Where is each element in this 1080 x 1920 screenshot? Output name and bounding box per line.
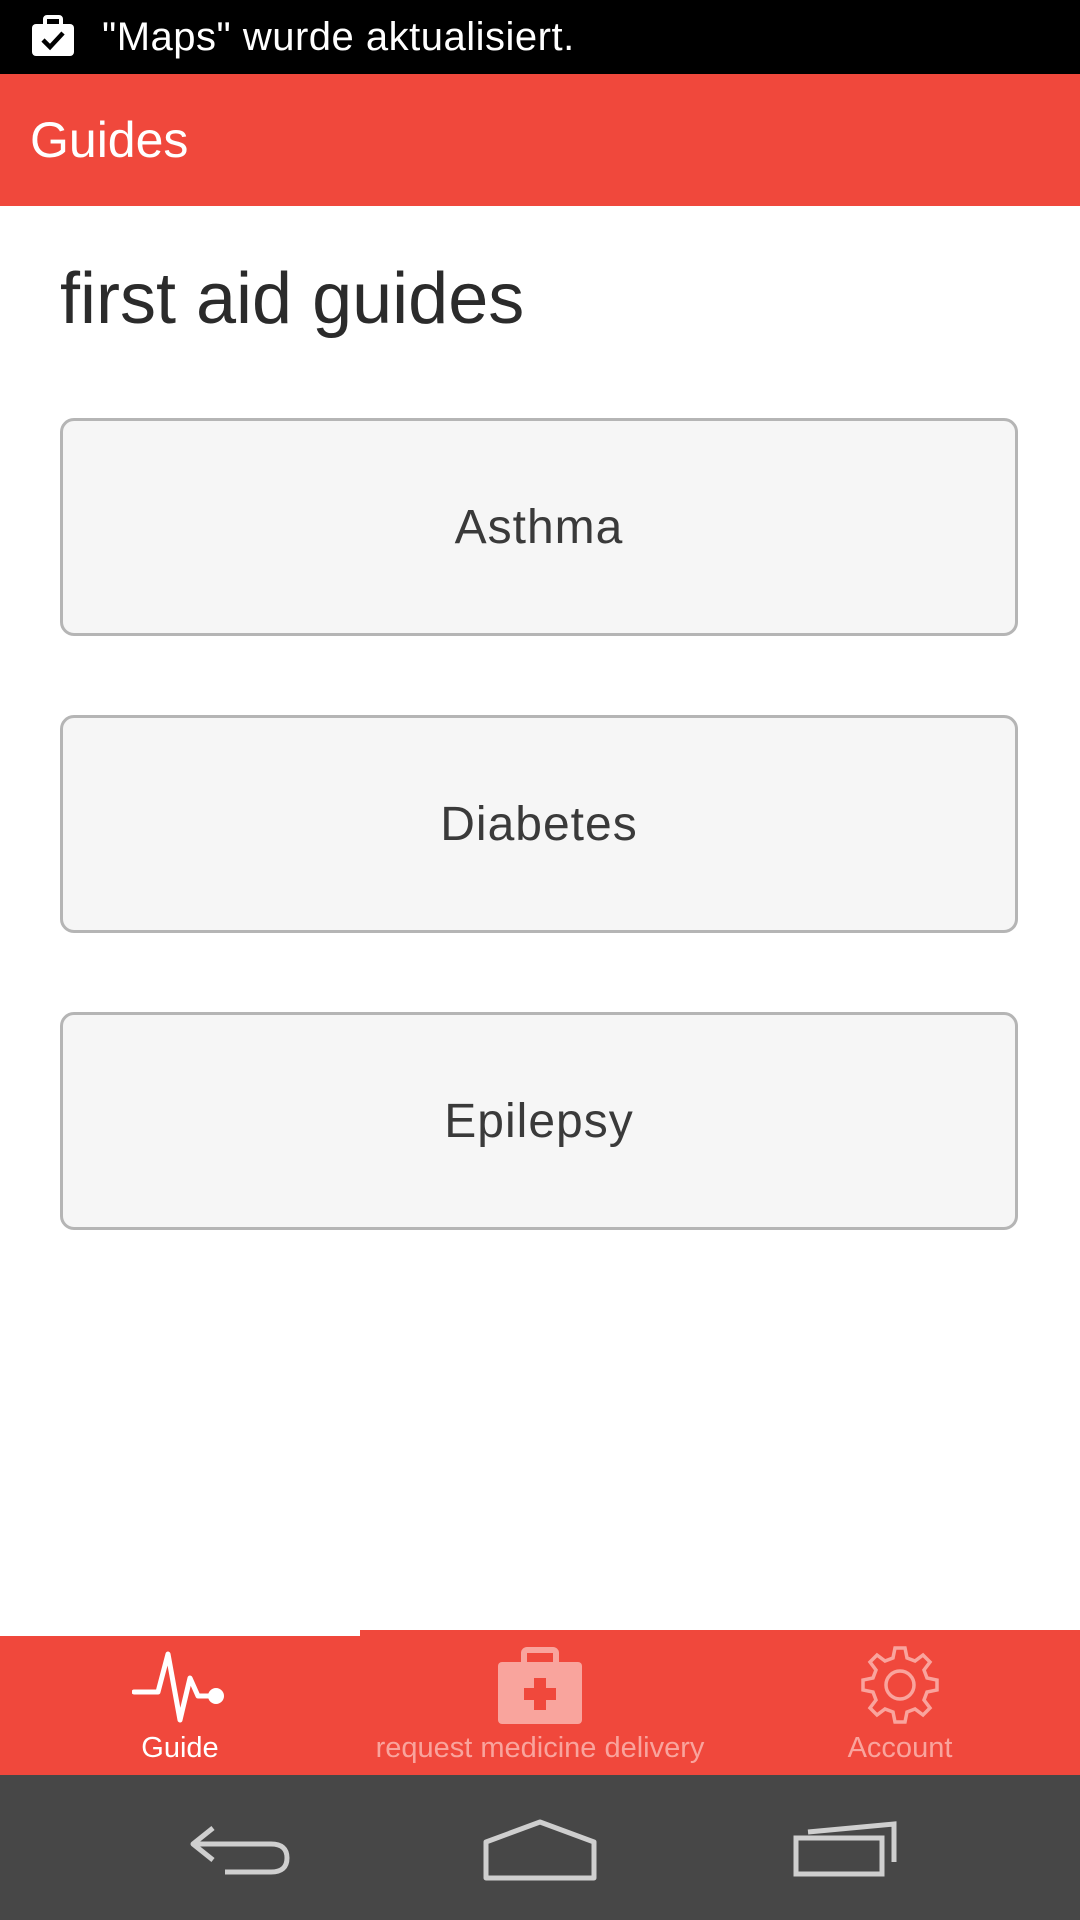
app-title: Guides xyxy=(30,112,189,168)
page-heading: first aid guides xyxy=(60,259,525,339)
tab-guide[interactable]: Guide xyxy=(0,1636,360,1775)
heartbeat-icon xyxy=(132,1642,228,1728)
gear-icon xyxy=(857,1642,943,1728)
briefcase-check-icon xyxy=(30,14,76,60)
home-icon[interactable] xyxy=(470,1800,610,1900)
tab-account[interactable]: Account xyxy=(720,1636,1080,1775)
tab-request-medicine-delivery[interactable]: request medicine delivery xyxy=(360,1636,720,1775)
recent-apps-icon[interactable] xyxy=(775,1800,915,1900)
app-bar: Guides xyxy=(0,74,1080,206)
tab-account-label: Account xyxy=(847,1732,953,1764)
screen: "Maps" wurde aktualisiert. Guides first … xyxy=(0,0,1080,1920)
tab-request-medicine-delivery-label: request medicine delivery xyxy=(375,1732,705,1764)
notification-text: "Maps" wurde aktualisiert. xyxy=(102,14,575,59)
back-arrow-icon[interactable] xyxy=(170,1800,310,1900)
medical-kit-icon xyxy=(494,1642,586,1728)
epilepsy-guide-button[interactable]: Epilepsy xyxy=(60,1012,1018,1230)
tab-guide-label: Guide xyxy=(141,1732,219,1764)
diabetes-guide-button[interactable]: Diabetes xyxy=(60,715,1018,933)
asthma-guide-button[interactable]: Asthma xyxy=(60,418,1018,636)
status-bar: "Maps" wurde aktualisiert. xyxy=(0,0,1080,74)
